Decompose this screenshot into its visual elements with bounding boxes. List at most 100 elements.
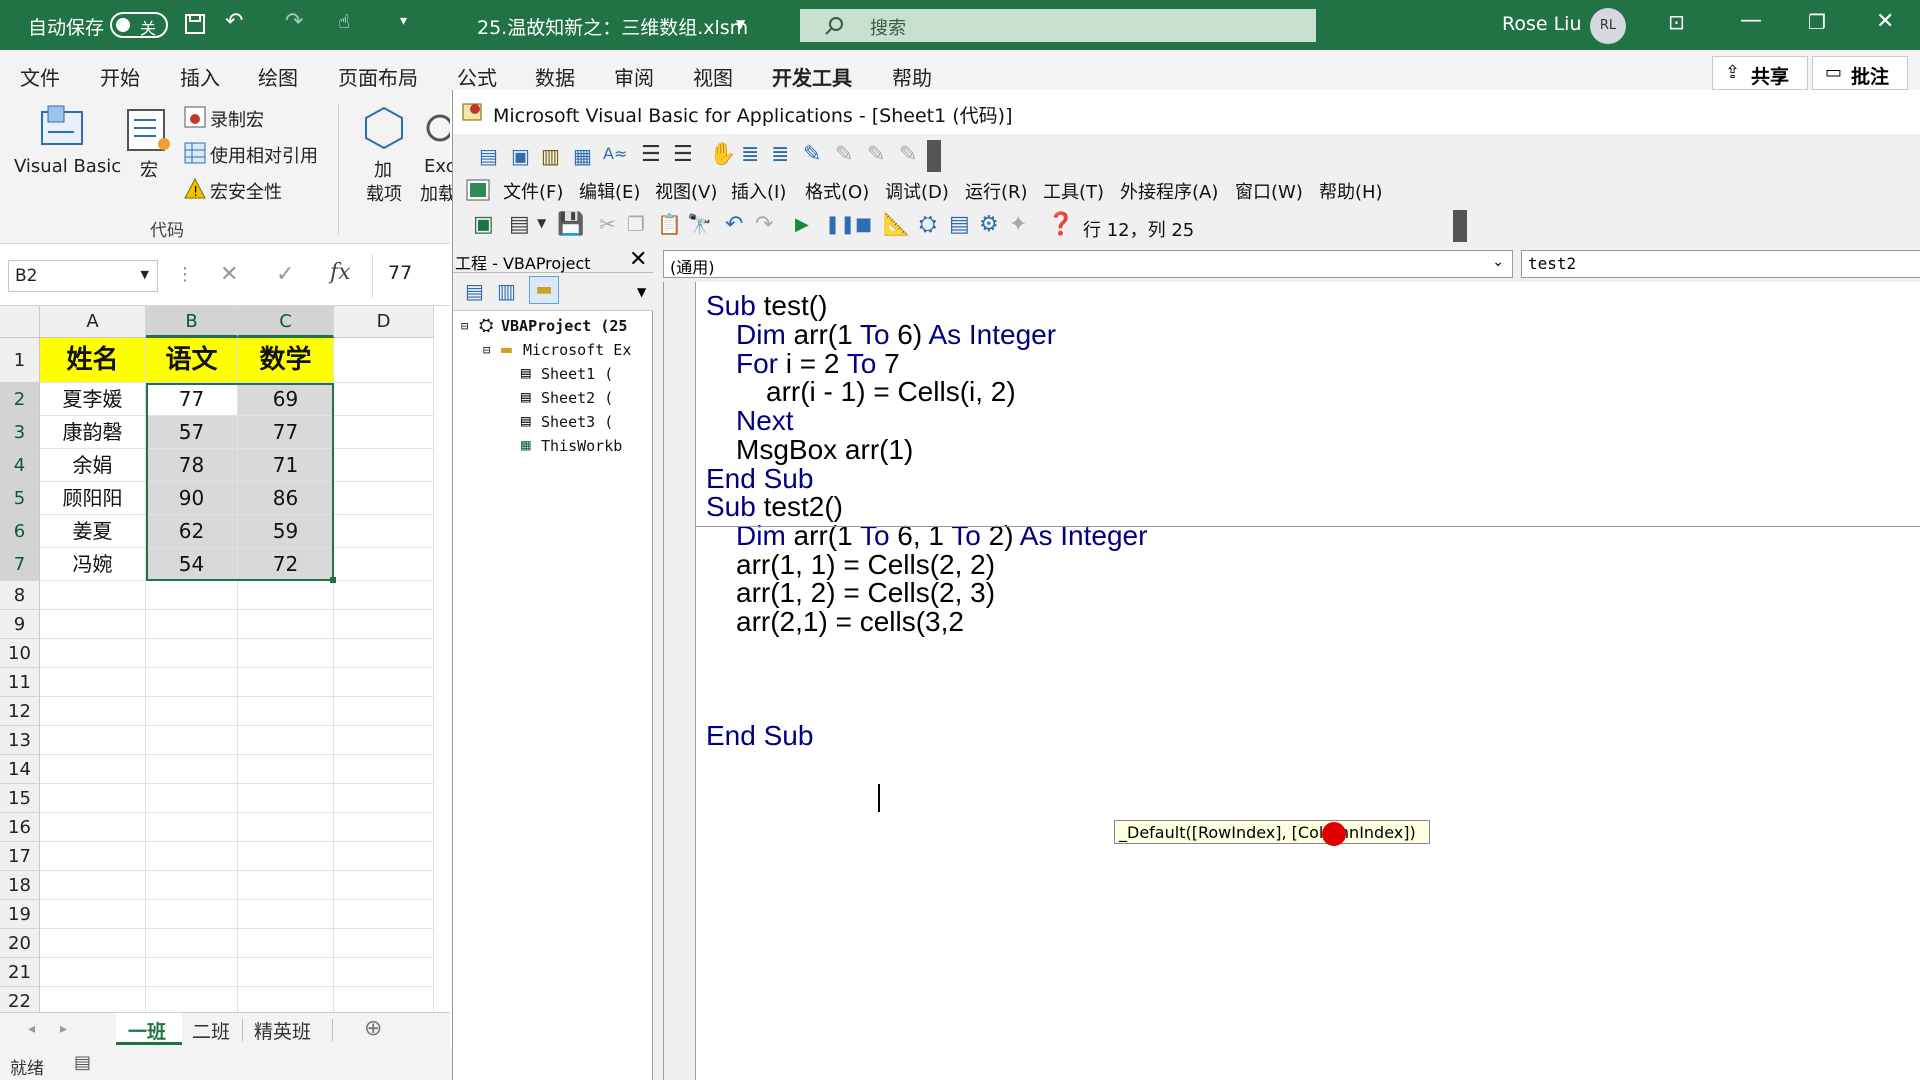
customize-qat-icon[interactable]: ▾ <box>400 13 407 29</box>
row-header[interactable]: 19 <box>0 900 40 929</box>
row-header[interactable]: 15 <box>0 784 40 813</box>
view-excel-icon[interactable]: ▣ <box>473 212 494 237</box>
confirm-entry-icon[interactable]: ✓ <box>276 262 294 287</box>
empty-cell[interactable] <box>238 610 334 639</box>
table-cell[interactable]: 77 <box>238 416 334 449</box>
empty-cell[interactable] <box>238 987 334 1012</box>
previous-bookmark-icon[interactable]: ✎ <box>867 142 885 167</box>
column-header-c[interactable]: C <box>238 306 334 338</box>
user-name[interactable]: Rose Liu <box>1502 13 1582 35</box>
empty-cell[interactable] <box>334 987 434 1012</box>
row-header[interactable]: 1 <box>0 338 40 383</box>
vba-menu-tools[interactable]: 工具(T) <box>1043 178 1104 204</box>
table-cell[interactable]: 54 <box>146 548 238 581</box>
code-line[interactable]: arr(i - 1) = Cells(i, 2) <box>766 376 1016 408</box>
avatar[interactable]: RL <box>1590 8 1626 44</box>
empty-cell[interactable] <box>238 958 334 987</box>
run-icon[interactable]: ▶ <box>795 214 809 235</box>
tab-file[interactable]: 文件 <box>20 62 60 91</box>
row-header[interactable]: 3 <box>0 416 40 449</box>
empty-cell[interactable] <box>334 515 434 548</box>
empty-cell[interactable] <box>40 726 146 755</box>
vba-menu-window[interactable]: 窗口(W) <box>1235 178 1303 204</box>
empty-cell[interactable] <box>40 871 146 900</box>
empty-cell[interactable] <box>40 610 146 639</box>
tree-collapse-icon[interactable]: ⊟ <box>483 343 490 357</box>
tab-developer[interactable]: 开发工具 <box>772 62 852 91</box>
sheet-tab-1[interactable]: 一班 <box>116 1013 182 1045</box>
empty-cell[interactable] <box>334 548 434 581</box>
row-header[interactable]: 12 <box>0 697 40 726</box>
relative-reference-button[interactable]: 使用相对引用 <box>210 142 318 168</box>
empty-cell[interactable] <box>146 581 238 610</box>
empty-cell[interactable] <box>146 958 238 987</box>
row-header[interactable]: 9 <box>0 610 40 639</box>
empty-cell[interactable] <box>238 726 334 755</box>
list-properties-icon[interactable]: ▤ <box>479 144 498 168</box>
empty-cell[interactable] <box>334 784 434 813</box>
code-editor[interactable]: Sub test() Dim arr(1 To 6) As Integer For … <box>663 282 1920 1080</box>
tree-collapse-icon[interactable]: ⊟ <box>461 319 468 333</box>
accessibility-icon[interactable]: ▤ <box>74 1052 91 1073</box>
empty-cell[interactable] <box>40 755 146 784</box>
visual-basic-button[interactable]: Visual Basic <box>14 156 121 177</box>
sheet-tab-3[interactable]: 精英班 <box>254 1017 311 1044</box>
record-macro-button[interactable]: 录制宏 <box>210 106 264 132</box>
tab-home[interactable]: 开始 <box>100 62 140 91</box>
vba-menu-edit[interactable]: 编辑(E) <box>579 178 640 204</box>
object-combo-chevron-down-icon[interactable]: ⌄ <box>1492 254 1504 270</box>
vba-menu-format[interactable]: 格式(O) <box>805 178 869 204</box>
empty-cell[interactable] <box>238 697 334 726</box>
name-box[interactable]: B2 ▼ <box>8 260 158 292</box>
next-bookmark-icon[interactable]: ✎ <box>835 142 853 167</box>
code-line[interactable]: End Sub <box>706 720 813 752</box>
document-title[interactable]: 25.温故知新之：三维数组.xlsm <box>477 13 748 40</box>
uncomment-block-icon[interactable]: ≣ <box>771 142 789 167</box>
table-cell[interactable]: 72 <box>238 548 334 581</box>
empty-cell[interactable] <box>238 755 334 784</box>
row-header[interactable]: 6 <box>0 515 40 548</box>
view-object-icon[interactable]: ▥ <box>497 279 516 303</box>
tree-item-vbaproject[interactable]: VBAProject (25 <box>501 317 627 335</box>
empty-cell[interactable] <box>334 726 434 755</box>
empty-cell[interactable] <box>334 871 434 900</box>
tab-page-layout[interactable]: 页面布局 <box>338 62 418 91</box>
minimize-icon[interactable]: — <box>1740 8 1762 33</box>
empty-cell[interactable] <box>238 929 334 958</box>
autosave-toggle[interactable]: 关 <box>110 12 168 38</box>
empty-cell[interactable] <box>334 338 434 383</box>
empty-cell[interactable] <box>238 813 334 842</box>
empty-cell[interactable] <box>40 668 146 697</box>
empty-cell[interactable] <box>40 929 146 958</box>
tab-insert[interactable]: 插入 <box>180 62 220 91</box>
outdent-icon[interactable]: ☰ <box>673 142 693 167</box>
empty-cell[interactable] <box>334 416 434 449</box>
new-sheet-icon[interactable]: ⊕ <box>364 1016 382 1041</box>
formula-more-icon[interactable]: ⋮ <box>176 264 194 285</box>
row-header[interactable]: 17 <box>0 842 40 871</box>
vba-menu-help[interactable]: 帮助(H) <box>1319 178 1383 204</box>
empty-cell[interactable] <box>334 755 434 784</box>
header-cell[interactable]: 姓名 <box>40 338 146 383</box>
table-cell[interactable]: 夏李媛 <box>40 383 146 416</box>
empty-cell[interactable] <box>238 900 334 929</box>
reset-icon[interactable]: ■ <box>855 214 872 235</box>
excel-addins-label-2[interactable]: 加载 <box>420 180 456 206</box>
row-header[interactable]: 16 <box>0 813 40 842</box>
toggle-folders-icon[interactable]: ▬ <box>529 276 559 304</box>
empty-cell[interactable] <box>334 900 434 929</box>
search-box[interactable]: 搜索 <box>800 9 1316 42</box>
vba-excel-icon[interactable] <box>465 178 491 202</box>
share-button[interactable]: ⇪ 共享 <box>1712 56 1808 90</box>
paste-icon[interactable]: 📋 <box>657 212 682 236</box>
tree-item-sheet1[interactable]: Sheet1 ( <box>541 365 613 383</box>
addins-label-1[interactable]: 加 <box>374 156 392 182</box>
empty-cell[interactable] <box>146 900 238 929</box>
code-line[interactable]: Sub test2() <box>706 491 843 523</box>
empty-cell[interactable] <box>40 958 146 987</box>
redo-icon[interactable]: ↷ <box>285 9 303 34</box>
macros-button[interactable]: 宏 <box>140 156 158 182</box>
empty-cell[interactable] <box>40 784 146 813</box>
row-header[interactable]: 4 <box>0 449 40 482</box>
undo-icon[interactable]: ↶ <box>725 212 743 237</box>
